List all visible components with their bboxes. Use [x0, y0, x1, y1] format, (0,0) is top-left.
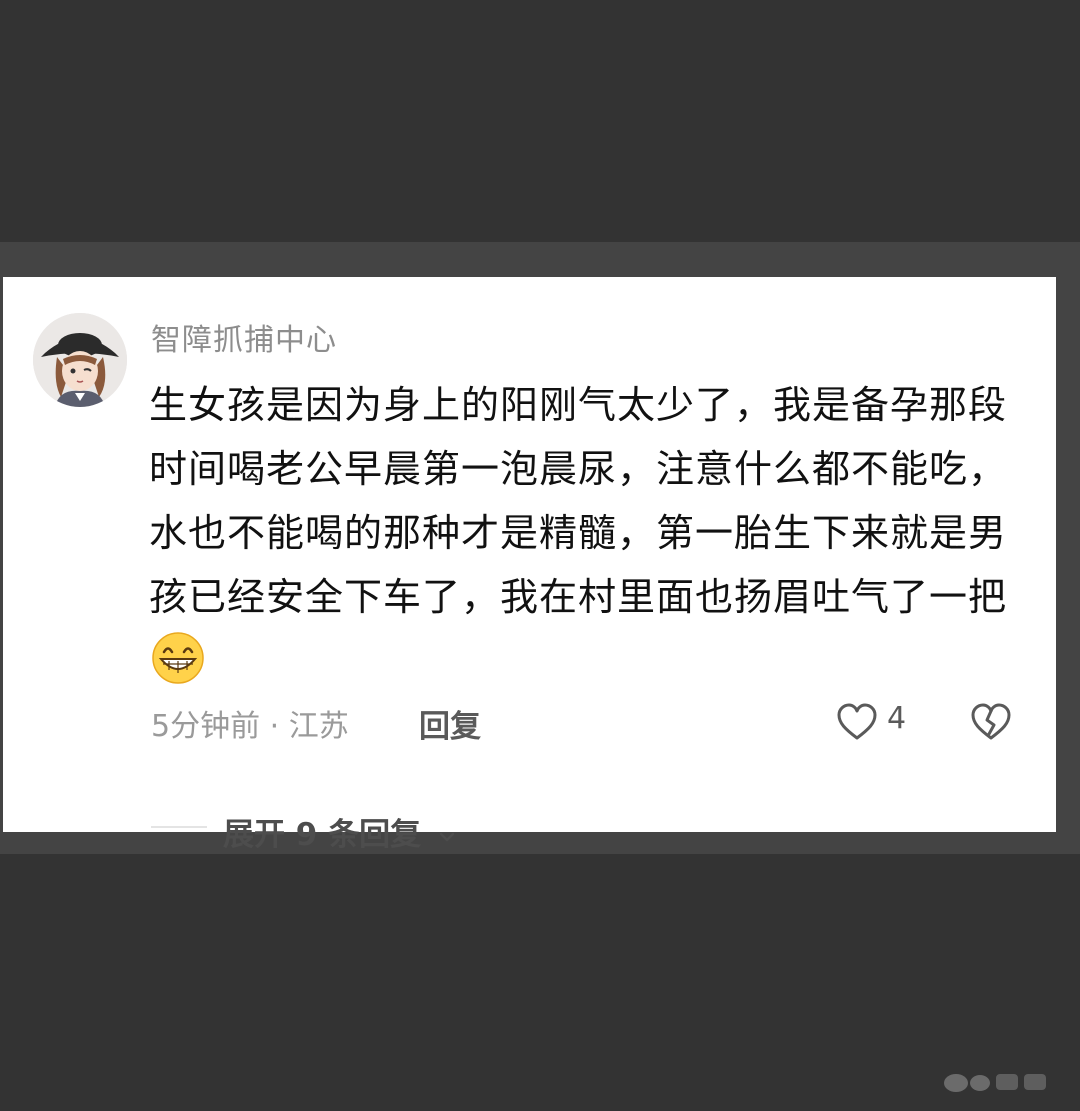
chevron-down-icon: [439, 832, 455, 841]
username[interactable]: 智障抓捕中心: [151, 315, 337, 359]
broken-heart-icon[interactable]: [969, 701, 1013, 745]
comment-line: 孩已经安全下车了，我在村里面也扬眉吐气了一把: [149, 575, 1008, 619]
heart-outline-icon[interactable]: [835, 701, 879, 745]
comment-line: 时间喝老公早晨第一泡晨尿，注意什么都不能吃，: [149, 447, 1008, 491]
comment-card: 智障抓捕中心 生女孩是因为身上的阳刚气太少了，我是备孕那段 时间喝老公早晨第一泡…: [3, 277, 1056, 853]
comment-line: 水也不能喝的那种才是精髓，第一胎生下来就是男: [149, 511, 1008, 555]
like-count: 4: [887, 701, 907, 736]
expand-divider: [151, 826, 207, 828]
watermark-logo: [944, 1074, 1046, 1092]
reply-button[interactable]: 回复: [419, 701, 481, 746]
screenshot-frame: 智障抓捕中心 生女孩是因为身上的阳刚气太少了，我是备孕那段 时间喝老公早晨第一泡…: [0, 242, 1080, 854]
timestamp-location: 5分钟前 · 江苏: [151, 709, 349, 744]
avatar-illustration: [33, 313, 127, 407]
avatar[interactable]: [33, 313, 127, 407]
comment-text: 生女孩是因为身上的阳刚气太少了，我是备孕那段 时间喝老公早晨第一泡晨尿，注意什么…: [149, 373, 1029, 629]
expand-replies-label: 展开 9 条回复: [223, 817, 422, 853]
comment-line: 生女孩是因为身上的阳刚气太少了，我是备孕那段: [149, 383, 1008, 427]
expand-replies-button[interactable]: 展开 9 条回复: [223, 809, 458, 854]
grinning-face-emoji: [152, 632, 204, 684]
